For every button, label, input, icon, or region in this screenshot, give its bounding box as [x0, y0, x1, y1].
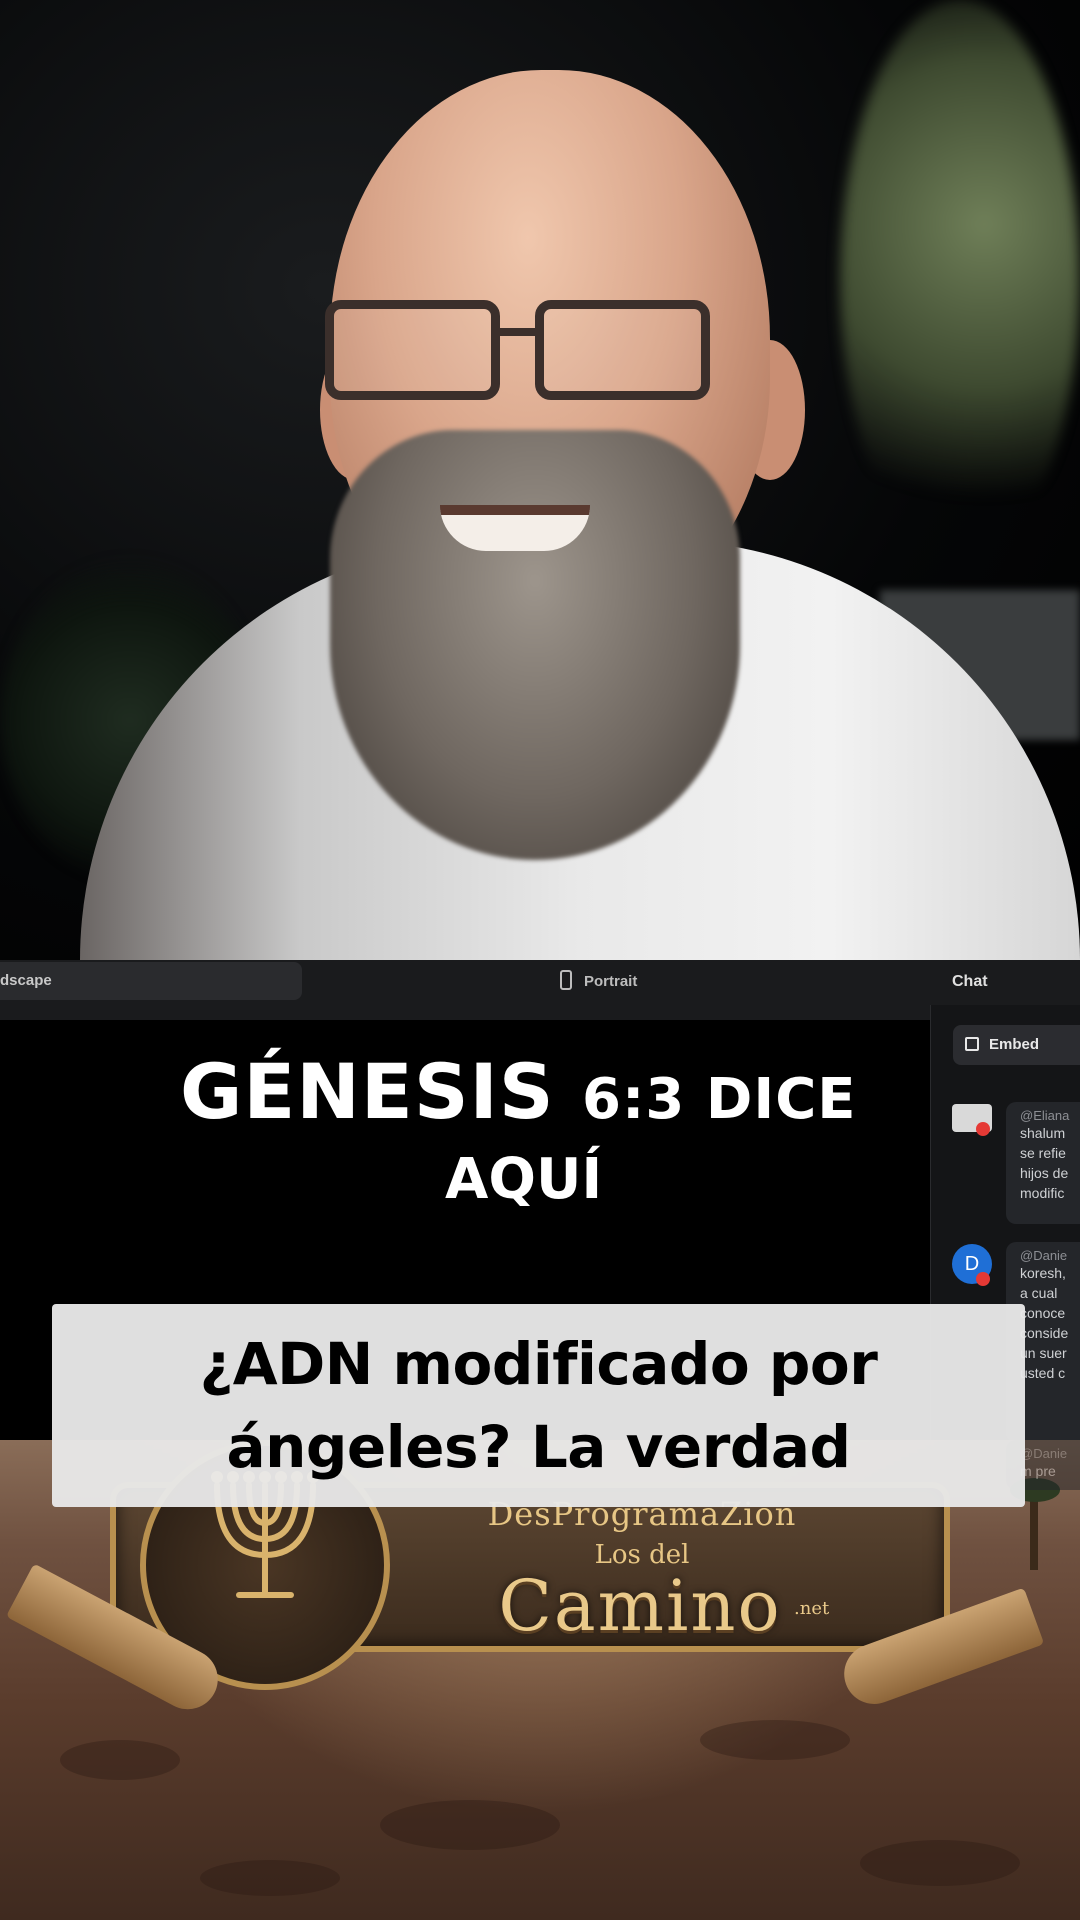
speaker-mouth — [440, 505, 590, 551]
embed-button[interactable]: Embed — [953, 1025, 1080, 1065]
speaker-beard — [330, 430, 740, 860]
chat-line: modific — [1020, 1185, 1065, 1201]
brand-main-text: Camino — [498, 1565, 782, 1647]
chat-line: conoce — [1020, 1305, 1066, 1321]
tab-portrait-label: Portrait — [584, 973, 638, 990]
ground-texture — [860, 1840, 1020, 1886]
phone-icon — [560, 970, 572, 991]
brand-suffix-text: .net — [794, 1598, 830, 1619]
video-title-line-2: ángeles? La verdad — [226, 1413, 851, 1481]
chat-line: koresh, — [1020, 1265, 1066, 1281]
caption-book: GÉNESIS — [180, 1047, 555, 1136]
embed-button-label: Embed — [989, 1036, 1040, 1053]
glasses-lens-left — [325, 300, 500, 400]
chat-line: un suer — [1020, 1345, 1067, 1361]
chat-author: @Danie — [1020, 1248, 1068, 1263]
tab-landscape-label: dscape — [0, 972, 52, 989]
tab-portrait[interactable]: Portrait — [560, 966, 637, 998]
chat-title: Chat — [952, 973, 988, 990]
palm-trunk — [1030, 1490, 1038, 1570]
embed-icon — [965, 1037, 979, 1051]
ground-texture — [200, 1860, 340, 1896]
chat-author: @Danie — [1020, 1446, 1068, 1461]
tab-landscape[interactable]: dscape — [0, 962, 302, 1000]
ground-texture — [60, 1740, 180, 1780]
chat-author: @Eliana — [1020, 1108, 1070, 1123]
glasses-bridge — [500, 328, 538, 336]
chat-line: conside — [1020, 1325, 1069, 1341]
chat-line: hijos de — [1020, 1165, 1069, 1181]
ground-texture — [380, 1800, 560, 1850]
chat-line: a cual — [1020, 1285, 1058, 1301]
chat-line: m pre — [1020, 1463, 1056, 1479]
caption-line-2: AQUÍ — [445, 1147, 603, 1212]
chat-line: usted c — [1020, 1365, 1066, 1381]
chat-line: se refie — [1020, 1145, 1066, 1161]
background-tree — [840, 0, 1080, 560]
camera-video-feed — [0, 0, 1080, 960]
youtube-badge-icon — [976, 1272, 990, 1286]
caption-line-1: GÉNESIS 6:3 DICE — [180, 1052, 920, 1140]
video-title-line-1: ¿ADN modificado por — [199, 1330, 878, 1398]
chat-line: shalum — [1020, 1125, 1066, 1141]
chat-message: @Eliana shalum se refie hijos de modific — [1006, 1102, 1080, 1224]
youtube-badge-icon — [976, 1122, 990, 1136]
speaker-glasses — [285, 300, 755, 410]
caption-verse: 6:3 DICE — [582, 1067, 857, 1132]
ground-texture — [700, 1720, 850, 1760]
glasses-lens-right — [535, 300, 710, 400]
